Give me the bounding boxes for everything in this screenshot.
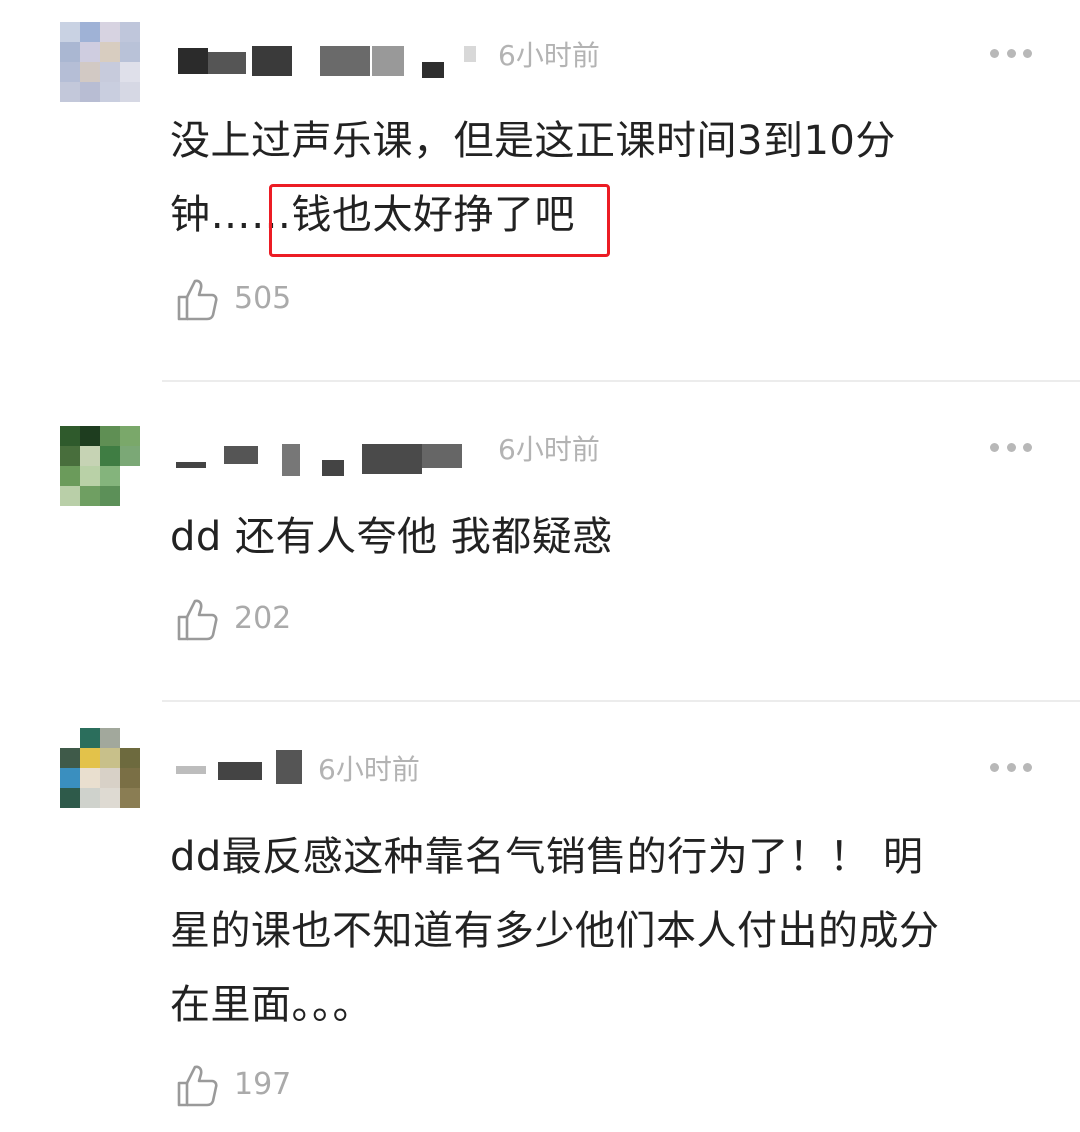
thumbs-up-icon [177,279,218,321]
comment-text-line: dd 还有人夸他 我都疑惑 [170,514,613,560]
highlight-box [269,184,610,257]
comment-text-line: 没上过声乐课，但是这正课时间3到10分 [170,118,896,164]
like-count: 197 [234,1067,292,1102]
divider [162,700,1080,702]
thumbs-up-icon [177,599,218,641]
username-blurred[interactable] [172,748,312,788]
comment-time: 6小时前 [318,753,420,786]
like-button[interactable]: 197 [176,1062,291,1108]
more-dots-icon[interactable] [990,442,1032,452]
username-blurred[interactable] [172,42,492,82]
comment-text: dd最反感这种靠名气销售的行为了！！ 明 星的课也不知道有多少他们本人付出的成分… [170,820,1050,1042]
avatar[interactable] [60,426,140,506]
comment-text-line: dd最反感这种靠名气销售的行为了！！ 明 [170,834,924,880]
like-button[interactable]: 505 [176,276,291,322]
comment-text-line: 在里面。。。 [170,982,373,1028]
comment-time: 6小时前 [498,433,600,466]
like-count: 505 [234,281,292,316]
more-dots-icon[interactable] [990,48,1032,58]
comment-time: 6小时前 [498,39,600,72]
avatar[interactable] [60,728,140,808]
username-blurred[interactable] [172,436,492,476]
comment-text-line: 星的课也不知道有多少他们本人付出的成分 [170,908,940,954]
avatar[interactable] [60,22,140,102]
thumbs-up-icon [177,1065,218,1107]
divider [162,380,1080,382]
like-button[interactable]: 202 [176,596,291,642]
like-count: 202 [234,601,292,636]
more-dots-icon[interactable] [990,762,1032,772]
comment-text: dd 还有人夸他 我都疑惑 [170,500,1050,574]
